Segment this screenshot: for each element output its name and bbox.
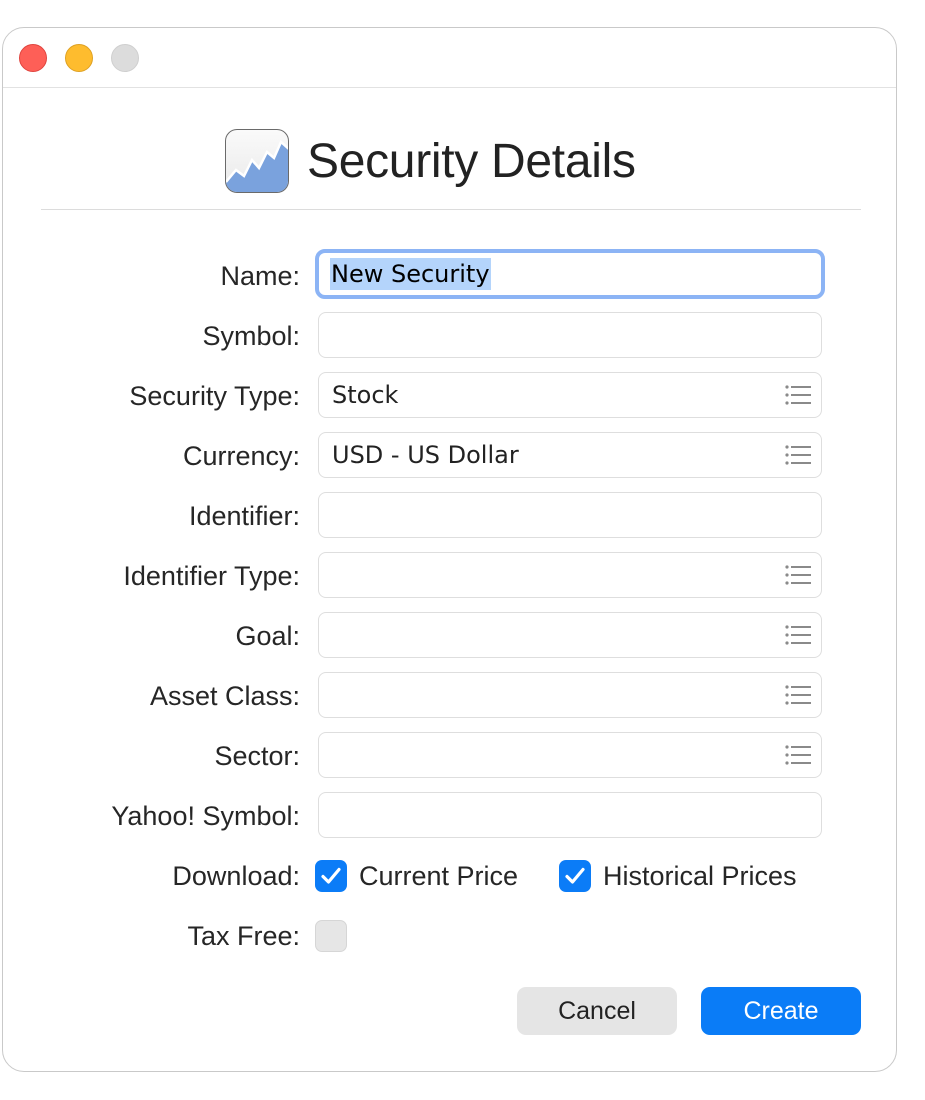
yahoo-symbol-input[interactable]: [318, 792, 822, 838]
historical-prices-checkbox[interactable]: [559, 860, 591, 892]
identifier-type-popup[interactable]: [318, 552, 822, 598]
tax-free-checkbox[interactable]: [315, 920, 347, 952]
goal-label: Goal:: [235, 621, 300, 651]
checkmark-icon: [321, 867, 341, 884]
asset-class-row: Asset Class:: [3, 672, 896, 720]
security-type-popup[interactable]: Stock: [318, 372, 822, 418]
create-button[interactable]: Create: [701, 987, 861, 1035]
symbol-input[interactable]: [318, 312, 822, 358]
symbol-row: Symbol:: [3, 312, 896, 360]
list-icon: [785, 625, 811, 645]
identifier-type-label: Identifier Type:: [123, 561, 300, 591]
security-type-value: Stock: [332, 381, 399, 409]
currency-row: Currency: USD - US Dollar: [3, 432, 896, 480]
currency-popup[interactable]: USD - US Dollar: [318, 432, 822, 478]
symbol-label: Symbol:: [202, 321, 300, 351]
identifier-row: Identifier:: [3, 492, 896, 540]
download-row: Download: Current Price Historical Price…: [3, 852, 896, 900]
download-label: Download:: [172, 861, 300, 891]
asset-class-popup[interactable]: [318, 672, 822, 718]
current-price-label[interactable]: Current Price: [359, 852, 518, 900]
title-bar: [3, 28, 896, 88]
identifier-input[interactable]: [318, 492, 822, 538]
name-input-value: New Security: [330, 258, 491, 290]
security-type-row: Security Type: Stock: [3, 372, 896, 420]
sector-popup[interactable]: [318, 732, 822, 778]
name-label: Name:: [220, 261, 300, 291]
list-icon: [785, 685, 811, 705]
chart-area-icon: [225, 129, 289, 193]
dialog-header: Security Details: [225, 128, 636, 194]
currency-value: USD - US Dollar: [332, 441, 519, 469]
historical-prices-label[interactable]: Historical Prices: [603, 852, 797, 900]
minimize-window-button[interactable]: [65, 44, 93, 72]
tax-free-row: Tax Free:: [3, 912, 896, 960]
tax-free-label: Tax Free:: [187, 921, 300, 951]
zoom-window-button[interactable]: [111, 44, 139, 72]
checkmark-icon: [565, 867, 585, 884]
current-price-checkbox[interactable]: [315, 860, 347, 892]
cancel-button[interactable]: Cancel: [517, 987, 677, 1035]
identifier-type-row: Identifier Type:: [3, 552, 896, 600]
asset-class-label: Asset Class:: [149, 681, 300, 711]
list-icon: [785, 445, 811, 465]
security-type-label: Security Type:: [129, 381, 300, 411]
name-row: Name: New Security: [3, 249, 896, 300]
list-icon: [785, 565, 811, 585]
currency-label: Currency:: [182, 441, 300, 471]
goal-popup[interactable]: [318, 612, 822, 658]
list-icon: [785, 745, 811, 765]
identifier-label: Identifier:: [188, 501, 300, 531]
close-window-button[interactable]: [19, 44, 47, 72]
list-icon: [785, 385, 811, 405]
yahoo-symbol-label: Yahoo! Symbol:: [111, 801, 300, 831]
goal-row: Goal:: [3, 612, 896, 660]
security-details-window: Security Details Name: New Security Symb…: [2, 27, 897, 1072]
dialog-title: Security Details: [307, 134, 636, 188]
sector-label: Sector:: [214, 741, 300, 771]
name-input[interactable]: New Security: [315, 249, 825, 299]
yahoo-symbol-row: Yahoo! Symbol:: [3, 792, 896, 840]
sector-row: Sector:: [3, 732, 896, 780]
header-divider: [41, 209, 861, 210]
